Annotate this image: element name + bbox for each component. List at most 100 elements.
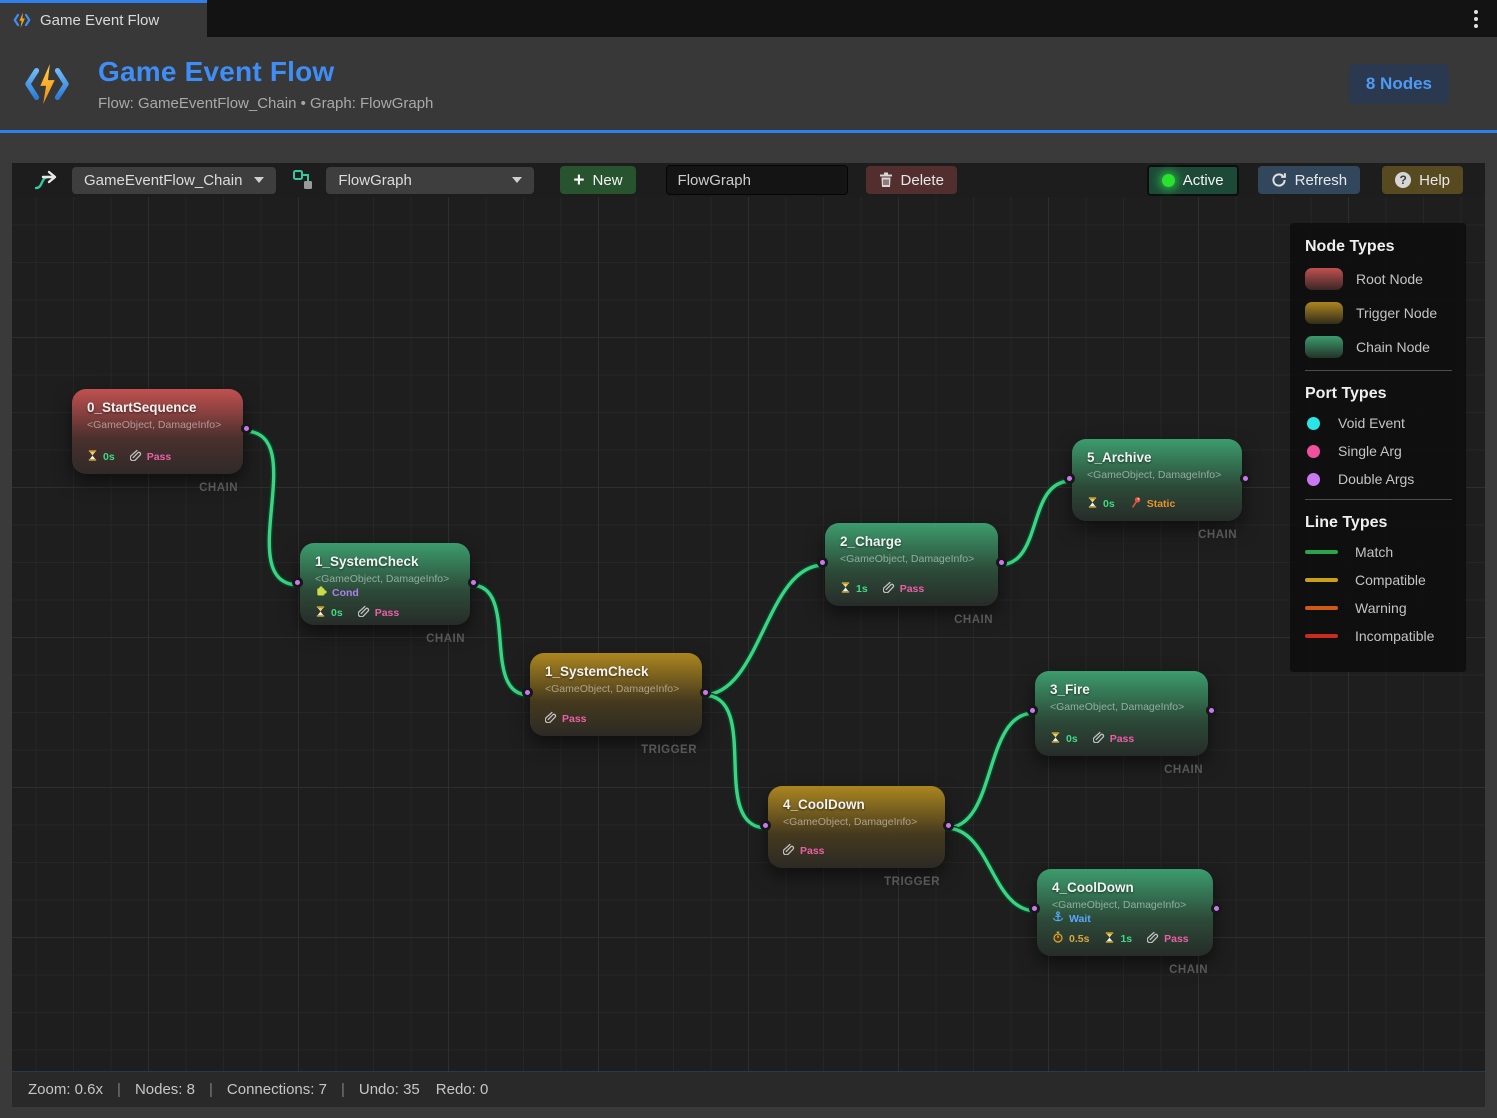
line-swatch-icon xyxy=(1305,550,1338,554)
anchor-icon xyxy=(1052,911,1064,926)
window-menu-icon[interactable] xyxy=(1467,9,1485,29)
refresh-button[interactable]: Refresh xyxy=(1258,166,1361,194)
status-bar: Zoom: 0.6x | Nodes: 8 | Connections: 7 |… xyxy=(12,1071,1485,1107)
hourglass-icon xyxy=(87,450,98,464)
input-port[interactable] xyxy=(1029,903,1040,914)
node-2_Charge[interactable]: 2_Charge <GameObject, DamageInfo> 1s Pas… xyxy=(825,523,998,606)
badge-0.5s: 0.5s xyxy=(1052,931,1089,946)
page-title: Game Event Flow xyxy=(98,56,433,88)
node-4_CoolDown[interactable]: 4_CoolDown <GameObject, DamageInfo> Pass… xyxy=(768,786,945,868)
node-1_SystemCheck[interactable]: 1_SystemCheck <GameObject, DamageInfo> C… xyxy=(300,543,470,625)
flow-select[interactable]: GameEventFlow_Chain xyxy=(72,167,276,194)
node-kind-tag: CHAIN xyxy=(426,633,465,645)
help-label: Help xyxy=(1419,172,1450,189)
active-toggle[interactable]: Active xyxy=(1147,165,1239,196)
trash-icon xyxy=(879,172,893,188)
help-button[interactable]: ? Help xyxy=(1382,166,1463,194)
node-5_Archive[interactable]: 5_Archive <GameObject, DamageInfo> 0s St… xyxy=(1072,439,1242,521)
badge-pass: Pass xyxy=(130,449,172,464)
legend-label: Double Args xyxy=(1338,471,1414,487)
graph-select[interactable]: FlowGraph xyxy=(326,167,534,194)
paperclip-icon xyxy=(783,843,795,858)
hourglass-icon xyxy=(1087,497,1098,511)
output-port[interactable] xyxy=(996,557,1007,568)
graph-canvas[interactable]: 0_StartSequence <GameObject, DamageInfo>… xyxy=(12,197,1485,1071)
app-logo-icon xyxy=(24,63,70,105)
legend-port-type-row: Void Event xyxy=(1305,415,1454,431)
nodes-layer: 0_StartSequence <GameObject, DamageInfo>… xyxy=(12,197,1485,1071)
new-button[interactable]: + New xyxy=(560,166,635,194)
input-port[interactable] xyxy=(1064,473,1075,484)
output-port[interactable] xyxy=(1211,903,1222,914)
output-port[interactable] xyxy=(700,687,711,698)
legend-line-type-row: Incompatible xyxy=(1305,628,1454,644)
node-subtitle: <GameObject, DamageInfo> xyxy=(1050,701,1193,713)
legend-port-type-row: Single Arg xyxy=(1305,443,1454,459)
input-port[interactable] xyxy=(522,687,533,698)
node-kind-tag: TRIGGER xyxy=(641,744,697,756)
pushpin-icon xyxy=(1130,496,1142,511)
hourglass-icon xyxy=(1104,932,1115,946)
input-port[interactable] xyxy=(760,820,771,831)
node-subtitle: <GameObject, DamageInfo> xyxy=(1087,469,1227,481)
output-port[interactable] xyxy=(1206,705,1217,716)
status-connections: Connections: 7 xyxy=(227,1081,327,1098)
node-title: 3_Fire xyxy=(1050,682,1193,697)
node-4_CoolDown[interactable]: 4_CoolDown <GameObject, DamageInfo> Wait… xyxy=(1037,869,1213,956)
output-port[interactable] xyxy=(468,577,479,588)
app-tab[interactable]: Game Event Flow xyxy=(0,0,207,37)
status-zoom: Zoom: 0.6x xyxy=(28,1081,103,1098)
status-redo: Redo: 0 xyxy=(436,1081,489,1098)
badge-static: Static xyxy=(1130,496,1176,511)
legend-node-type-row: Root Node xyxy=(1305,268,1454,290)
badge-row: 0s Pass xyxy=(1050,731,1193,746)
node-0_StartSequence[interactable]: 0_StartSequence <GameObject, DamageInfo>… xyxy=(72,389,243,474)
badge-1s: 1s xyxy=(1104,932,1132,946)
hourglass-icon xyxy=(315,606,326,620)
port-dot-icon xyxy=(1307,473,1320,486)
node-subtitle: <GameObject, DamageInfo> xyxy=(1052,899,1198,911)
badge-row: Pass xyxy=(545,711,687,726)
paperclip-icon xyxy=(358,605,370,620)
node-subtitle: <GameObject, DamageInfo> xyxy=(545,683,687,695)
input-port[interactable] xyxy=(292,577,303,588)
refresh-label: Refresh xyxy=(1295,172,1348,189)
divider xyxy=(1305,370,1452,371)
node-1_SystemCheck[interactable]: 1_SystemCheck <GameObject, DamageInfo> P… xyxy=(530,653,702,736)
page-subtitle: Flow: GameEventFlow_Chain • Graph: FlowG… xyxy=(98,95,433,112)
hourglass-icon xyxy=(1050,732,1061,746)
chevron-down-icon xyxy=(254,177,264,183)
puzzle-icon xyxy=(315,585,327,600)
input-port[interactable] xyxy=(1027,705,1038,716)
divider xyxy=(1305,499,1452,500)
input-port[interactable] xyxy=(817,557,828,568)
output-port[interactable] xyxy=(943,820,954,831)
node-3_Fire[interactable]: 3_Fire <GameObject, DamageInfo> 0s Pass … xyxy=(1035,671,1208,756)
refresh-icon xyxy=(1271,172,1287,188)
badge-pass: Pass xyxy=(358,605,400,620)
legend-label: Compatible xyxy=(1355,572,1426,588)
hourglass-icon xyxy=(840,582,851,596)
graph-name-input[interactable] xyxy=(666,165,848,195)
page-header: Game Event Flow Flow: GameEventFlow_Chai… xyxy=(0,37,1497,133)
output-port[interactable] xyxy=(241,423,252,434)
new-button-label: New xyxy=(593,172,623,189)
badge-pass: Pass xyxy=(1147,931,1189,946)
badge-0s: 0s xyxy=(1087,497,1115,511)
root-node-swatch-icon xyxy=(1305,268,1343,290)
legend-port-types-title: Port Types xyxy=(1305,385,1454,403)
badge-pass: Pass xyxy=(545,711,587,726)
stopwatch-icon xyxy=(1052,931,1064,946)
legend-label: Chain Node xyxy=(1356,339,1430,355)
node-subtitle: <GameObject, DamageInfo> xyxy=(783,816,930,828)
badge-wait: Wait xyxy=(1052,911,1091,926)
output-port[interactable] xyxy=(1240,473,1251,484)
legend-label: Match xyxy=(1355,544,1393,560)
delete-button[interactable]: Delete xyxy=(866,166,957,194)
graph-icon xyxy=(292,169,314,191)
flow-select-value: GameEventFlow_Chain xyxy=(84,172,242,189)
tab-title: Game Event Flow xyxy=(40,12,159,29)
node-title: 1_SystemCheck xyxy=(315,554,455,569)
chevron-down-icon xyxy=(512,177,522,183)
plus-icon: + xyxy=(573,171,584,190)
